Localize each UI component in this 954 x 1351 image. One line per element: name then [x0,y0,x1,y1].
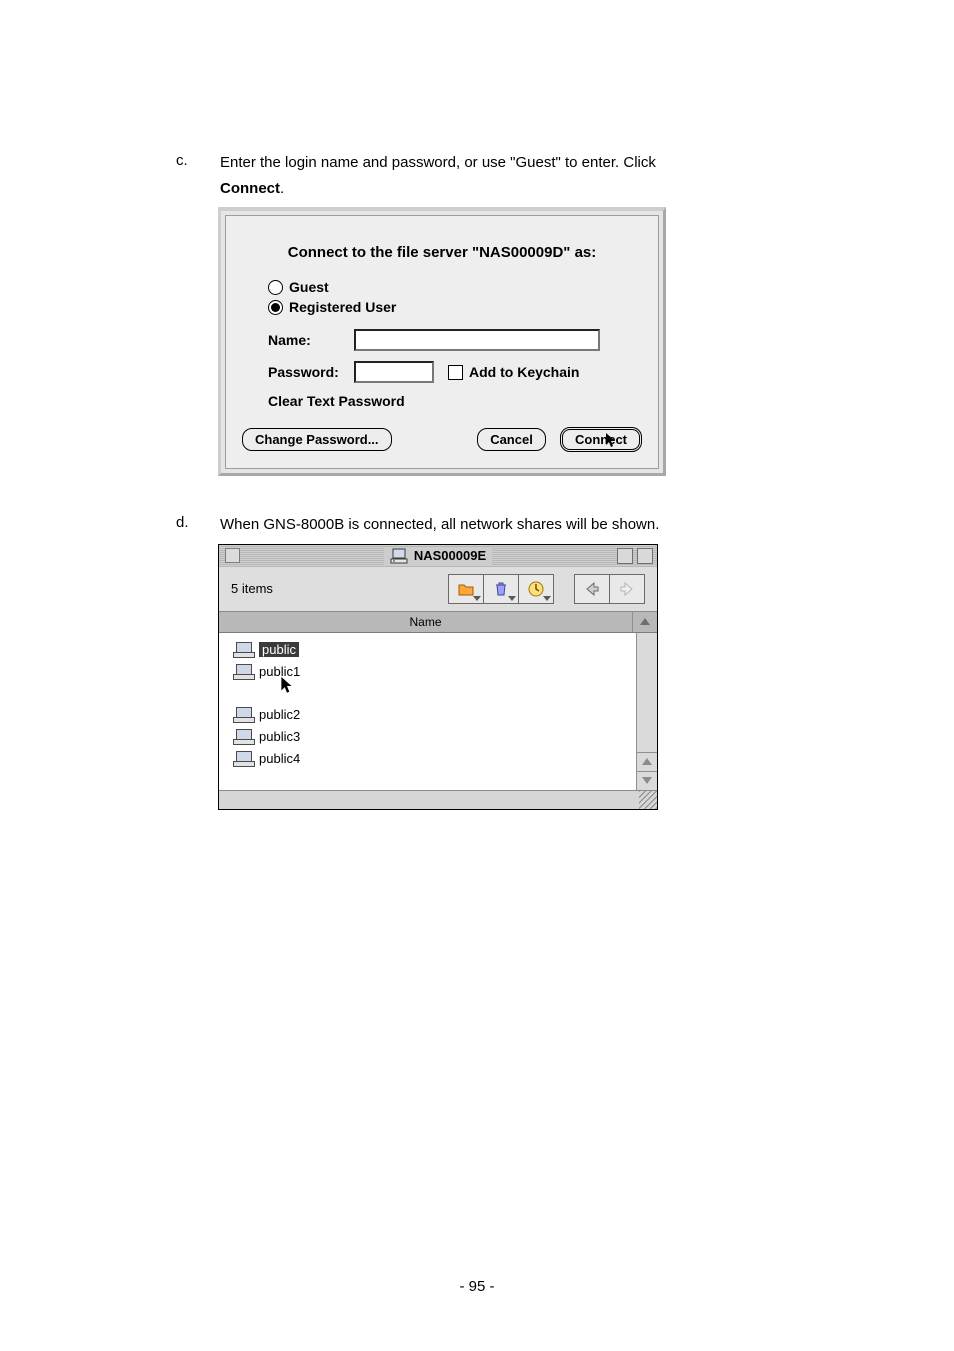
step-c-post: . [280,180,284,197]
cursor-icon [605,433,617,449]
item-count: 5 items [231,581,273,596]
share-item-public3[interactable]: public3 [233,726,636,748]
step-text-c: Enter the login name and password, or us… [220,150,816,201]
name-input[interactable] [354,329,600,351]
arrow-left-icon [583,580,601,598]
login-dialog: Connect to the file server "NAS00009D" a… [218,207,666,476]
vertical-scrollbar[interactable] [636,633,657,790]
chevron-down-icon [543,596,551,601]
step-letter-c: c. [176,150,220,173]
network-share-icon [233,664,253,680]
chevron-down-icon [473,596,481,601]
view-icon-button[interactable] [448,574,484,604]
change-password-button[interactable]: Change Password... [242,428,392,451]
server-icon [390,547,408,565]
clear-text-password-label: Clear Text Password [268,393,642,409]
forward-button[interactable] [610,574,645,604]
password-label: Password: [268,364,354,380]
sort-button[interactable] [633,612,657,632]
back-button[interactable] [574,574,610,604]
add-to-keychain-checkbox[interactable] [448,365,463,380]
column-name-header[interactable]: Name [219,612,633,632]
guest-radio[interactable] [268,280,283,295]
share-item-label: public2 [259,707,300,722]
network-share-icon [233,751,253,767]
resize-grip[interactable] [639,791,657,809]
connect-button-label: Connect [575,432,627,447]
cursor-icon [281,677,293,695]
share-item-public1[interactable]: public1 [233,661,636,683]
arrow-right-icon [618,580,636,598]
name-label: Name: [268,332,354,348]
share-item-label: public1 [259,664,300,679]
window-title: NAS00009E [414,548,486,563]
chevron-down-icon [642,777,652,784]
connect-button[interactable]: Connect [560,427,642,452]
share-item-label: public [259,642,299,657]
window-titlebar[interactable]: NAS00009E [219,545,657,567]
chevron-up-icon [642,758,652,765]
share-item-public[interactable]: public [233,639,636,661]
scroll-up-button[interactable] [637,752,657,771]
shares-window: NAS00009E 5 items [218,544,658,810]
close-icon[interactable] [225,548,240,563]
sort-asc-icon [640,618,650,625]
registered-user-radio-label: Registered User [289,299,396,315]
share-item-public2[interactable]: public2 [233,704,636,726]
network-share-icon [233,642,253,658]
login-dialog-title: Connect to the file server "NAS00009D" a… [242,216,642,279]
scroll-down-button[interactable] [637,771,657,790]
guest-radio-label: Guest [289,279,329,295]
step-c-bold: Connect [220,180,280,197]
share-item-public4[interactable]: public4 [233,748,636,770]
step-c-pre: Enter the login name and password, or us… [220,154,656,171]
cancel-button[interactable]: Cancel [477,428,546,451]
share-list: public public1 public2 public3 public4 [219,633,636,790]
page-number: - 95 - [0,1278,954,1295]
registered-user-radio[interactable] [268,300,283,315]
zoom-icon[interactable] [637,548,653,564]
collapse-icon[interactable] [617,548,633,564]
step-text-d: When GNS-8000B is connected, all network… [220,512,816,538]
share-item-label: public4 [259,751,300,766]
password-input[interactable] [354,361,434,383]
share-item-label: public3 [259,729,300,744]
status-bar [219,790,657,809]
network-share-icon [233,729,253,745]
recent-button[interactable] [519,574,554,604]
step-letter-d: d. [176,512,220,535]
add-to-keychain-label: Add to Keychain [469,364,579,380]
chevron-down-icon [508,596,516,601]
network-share-icon [233,707,253,723]
trash-button[interactable] [484,574,519,604]
